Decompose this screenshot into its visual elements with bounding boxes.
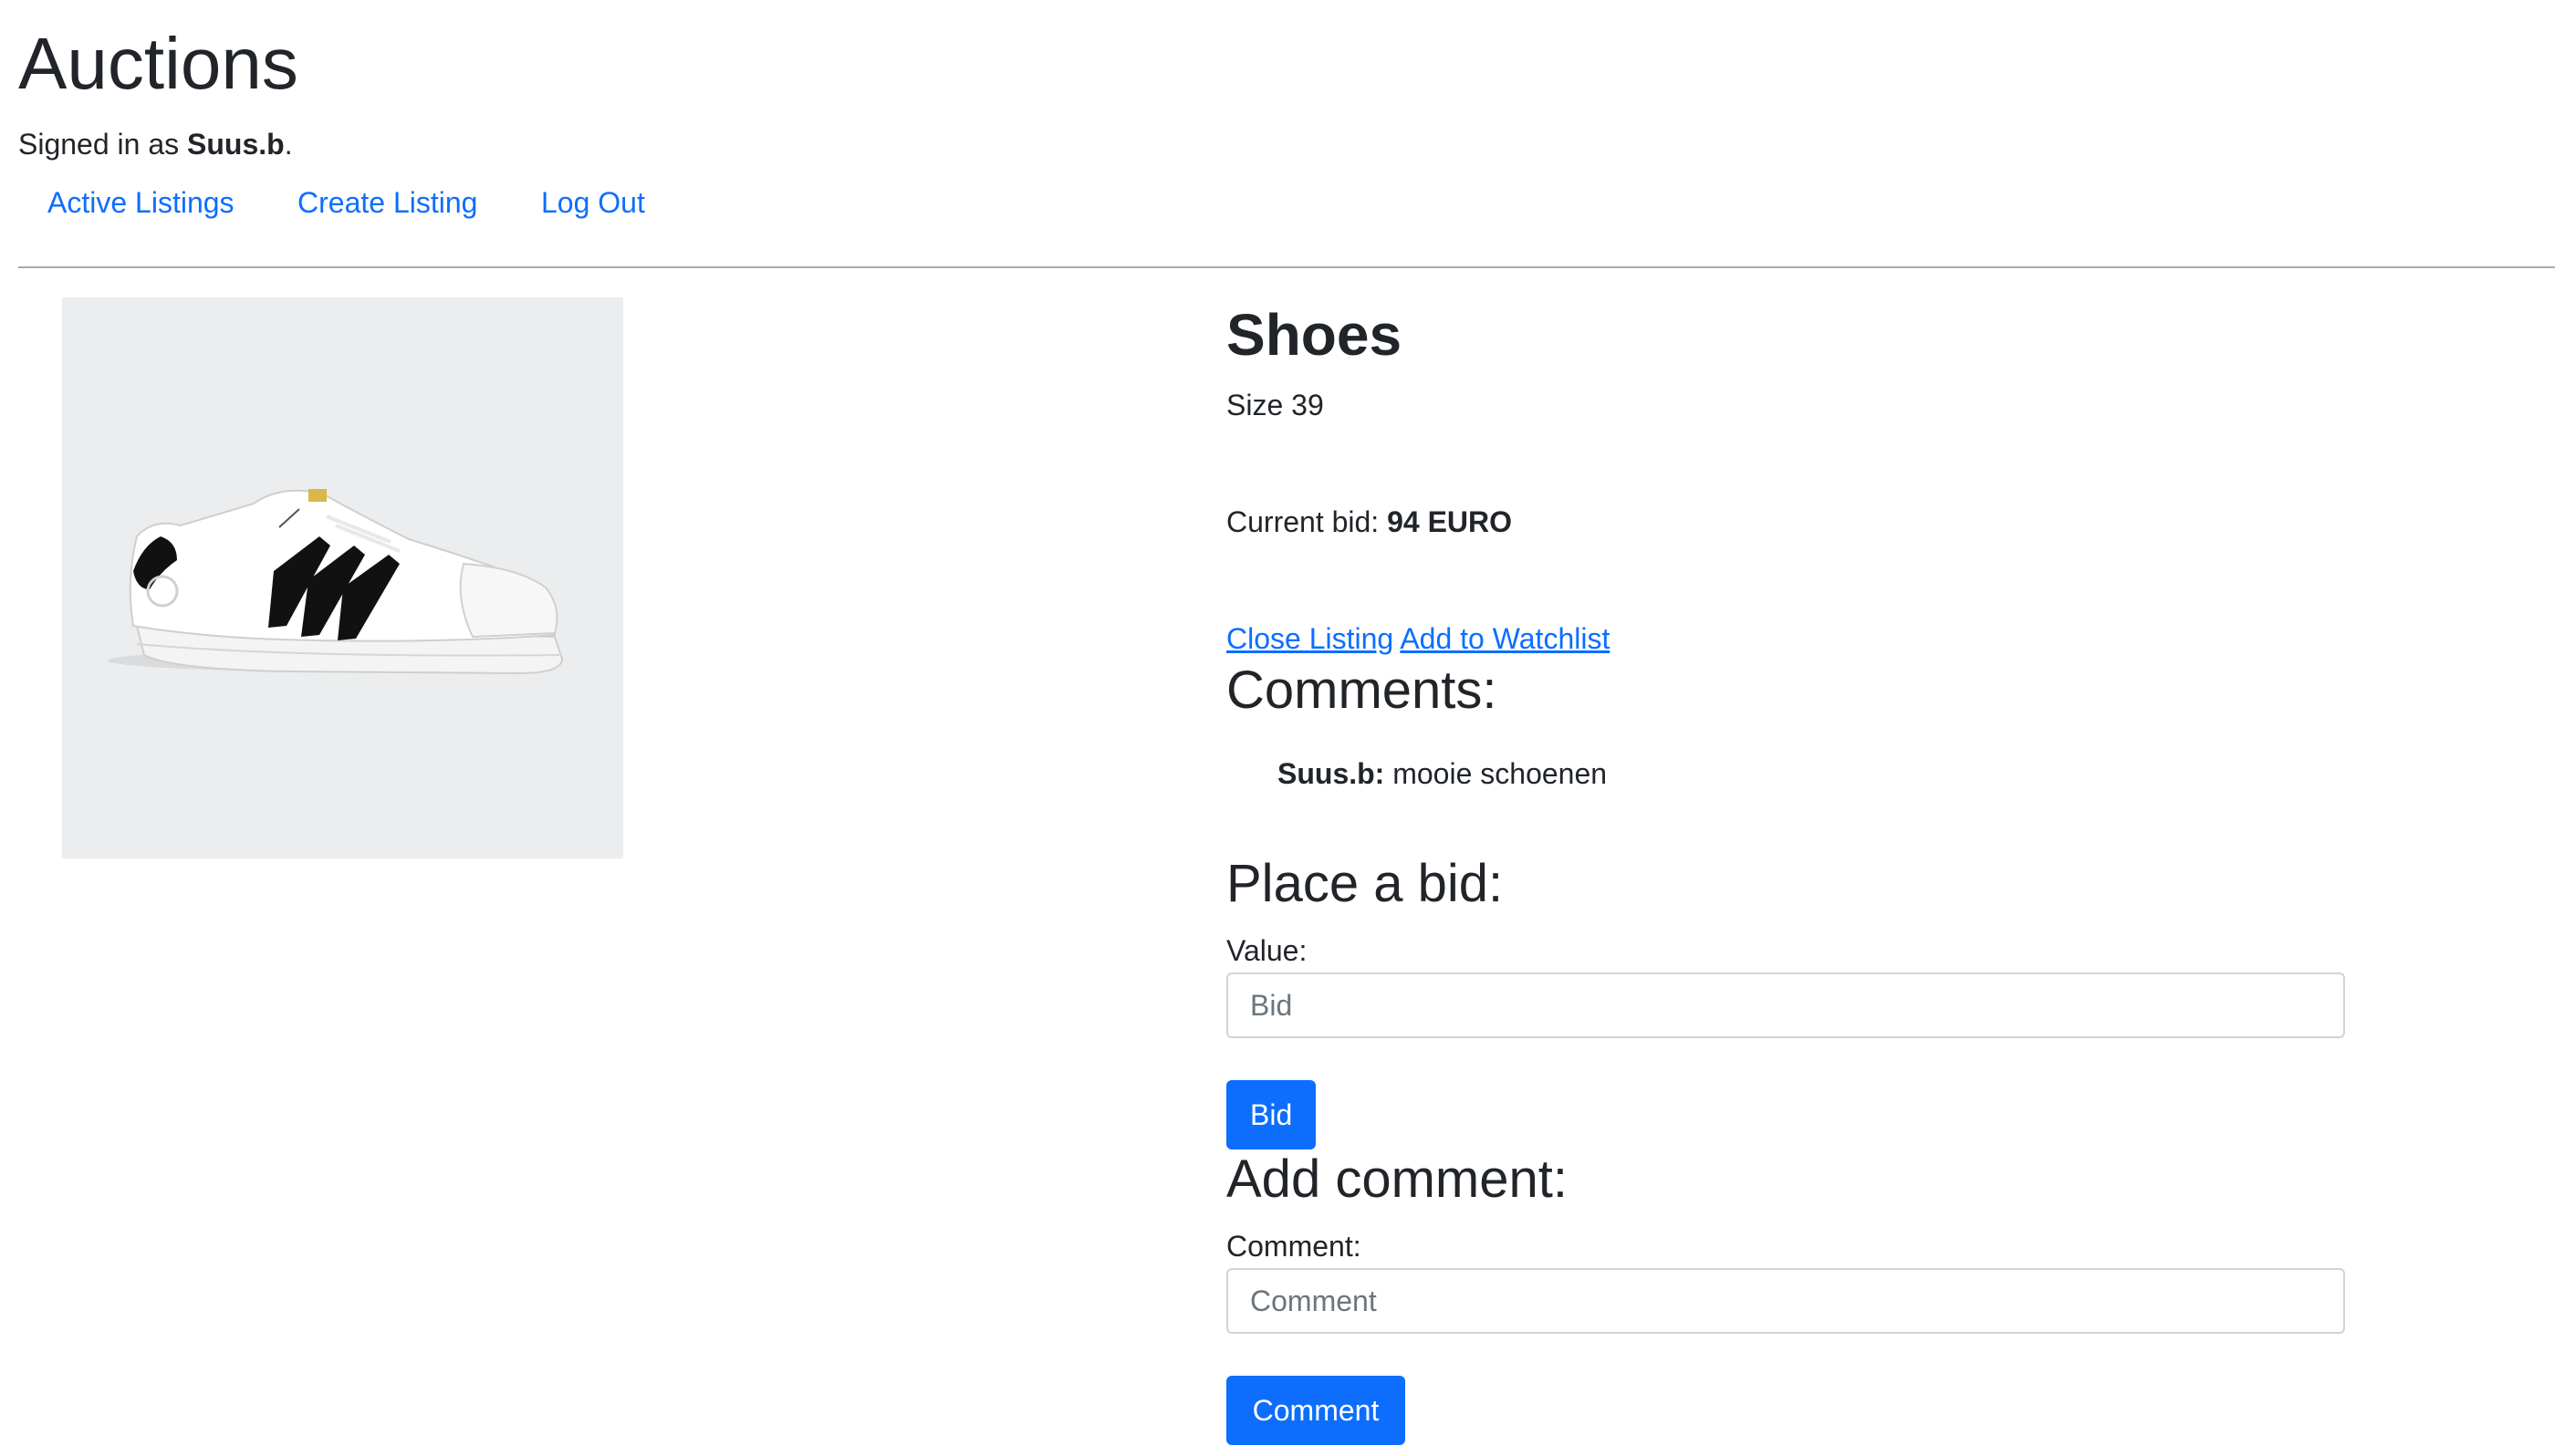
comment-item: Suus.b: mooie schoenen <box>1277 754 1607 794</box>
bid-value-label: Value: <box>1226 934 1308 967</box>
comment-author: Suus.b: <box>1277 757 1385 790</box>
comments-heading: Comments: <box>1226 660 1497 720</box>
add-to-watchlist-link[interactable]: Add to Watchlist <box>1400 622 1610 655</box>
auction-page: Auctions Signed in as Suus.b. Active Lis… <box>0 0 2564 1456</box>
comment-text: mooie schoenen <box>1392 757 1608 790</box>
listing-title: Shoes <box>1226 302 1402 368</box>
signed-in-status: Signed in as Suus.b. <box>18 124 293 164</box>
signed-in-prefix: Signed in as <box>18 128 188 161</box>
site-title: Auctions <box>18 23 298 104</box>
current-bid-value: 94 EURO <box>1387 505 1513 538</box>
close-listing-link[interactable]: Close Listing <box>1226 622 1393 655</box>
header-divider <box>18 266 2555 268</box>
bid-input[interactable] <box>1226 972 2345 1038</box>
current-bid: Current bid: 94 EURO <box>1226 502 1512 542</box>
nav-create-listing-link[interactable]: Create Listing <box>297 182 477 223</box>
comment-input[interactable] <box>1226 1268 2345 1334</box>
place-bid-heading: Place a bid: <box>1226 854 1504 913</box>
comment-field-label: Comment: <box>1226 1230 1361 1263</box>
nav-log-out-link[interactable]: Log Out <box>541 182 645 223</box>
nav-active-listings-link[interactable]: Active Listings <box>47 182 235 223</box>
sneaker-icon <box>108 489 564 675</box>
listing-description: Size 39 <box>1226 389 1324 421</box>
listing-actions: Close Listing Add to Watchlist <box>1226 619 1610 659</box>
signed-in-username: Suus.b <box>187 128 285 161</box>
comment-submit-button[interactable]: Comment <box>1226 1376 1405 1445</box>
bid-button[interactable]: Bid <box>1226 1080 1316 1149</box>
current-bid-label: Current bid: <box>1226 505 1388 538</box>
product-image <box>62 297 623 858</box>
add-comment-heading: Add comment: <box>1226 1149 1568 1209</box>
signed-in-suffix: . <box>284 128 293 161</box>
